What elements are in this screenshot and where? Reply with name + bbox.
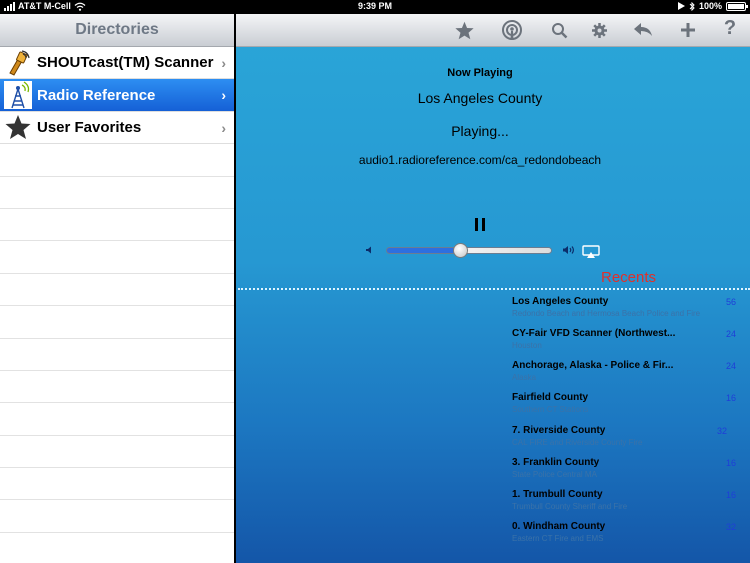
radio-tower-icon	[3, 80, 33, 110]
back-arrow-icon[interactable]	[631, 20, 655, 40]
recent-item-name: CY-Fair VFD Scanner (Northwest...	[512, 328, 676, 339]
recent-item[interactable]: CY-Fair VFD Scanner (Northwest... Housto…	[512, 328, 742, 350]
directory-item-label: SHOUTcast(TM) Scanner	[37, 54, 214, 72]
recent-item-subtitle: Houston	[512, 341, 542, 350]
recent-item-count: 16	[726, 458, 737, 468]
recent-item-count: 24	[726, 361, 737, 371]
now-playing-heading: Now Playing	[447, 67, 513, 79]
recent-item-count: 32	[717, 426, 728, 436]
empty-row	[0, 371, 234, 404]
search-icon[interactable]	[547, 20, 571, 40]
bluetooth-icon	[689, 1, 695, 11]
empty-row	[0, 339, 234, 371]
directory-item-user-favorites[interactable]: User Favorites ›	[0, 112, 234, 145]
podcast-icon[interactable]	[500, 20, 524, 40]
empty-row	[0, 403, 234, 436]
recent-item-subtitle: State Police Central MA	[512, 470, 597, 479]
directory-item-shoutcast[interactable]: SHOUTcast(TM) Scanner ›	[0, 47, 234, 80]
empty-row	[0, 274, 234, 307]
star-icon[interactable]	[452, 20, 476, 40]
scanner-icon	[3, 48, 33, 78]
recent-item[interactable]: Anchorage, Alaska - Police & Fir... Alas…	[512, 360, 742, 382]
empty-row	[0, 144, 234, 177]
volume-high-icon	[563, 246, 574, 254]
recent-item-name: Los Angeles County	[512, 296, 609, 307]
empty-row	[0, 436, 234, 469]
directory-item-label: Radio Reference	[37, 86, 156, 104]
empty-row	[0, 241, 234, 274]
directories-panel: Directories SHOUTcast(TM) Scanner › Radi…	[0, 14, 234, 563]
recent-item-subtitle: CAL FIRE and Riverside County Fire	[512, 438, 643, 447]
empty-row	[0, 306, 234, 339]
chevron-right-icon: ›	[221, 119, 226, 136]
playback-status: Playing...	[451, 123, 509, 139]
recent-item-count: 24	[726, 329, 737, 339]
volume-slider-knob[interactable]	[452, 243, 468, 258]
recent-item-subtitle: Alaska	[512, 373, 537, 382]
empty-row	[0, 468, 234, 501]
toolbar: ?	[236, 14, 750, 47]
volume-low-icon	[366, 246, 371, 254]
recent-item-subtitle: Eastern CT Fire and EMS	[512, 534, 604, 543]
plus-icon[interactable]	[676, 20, 700, 40]
recent-item[interactable]: 3. Franklin County State Police Central …	[512, 457, 742, 479]
directories-title: Directories	[0, 14, 234, 47]
chevron-right-icon: ›	[221, 55, 226, 71]
empty-row	[0, 177, 234, 209]
recent-item[interactable]: 0. Windham County Eastern CT Fire and EM…	[512, 521, 742, 543]
help-icon[interactable]: ?	[718, 17, 742, 39]
recent-item-name: Anchorage, Alaska - Police & Fir...	[512, 360, 674, 371]
status-bar: AT&T M-Cell 9:39 PM 100%	[0, 0, 750, 14]
player-panel: ? Now Playing Los Angeles County Playing…	[236, 14, 750, 563]
recents-divider	[238, 288, 750, 290]
play-state-icon	[677, 2, 685, 10]
volume-slider[interactable]	[386, 247, 552, 254]
stream-url: audio1.radioreference.com/ca_redondobeac…	[358, 153, 602, 167]
recent-item-name: 1. Trumbull County	[512, 489, 603, 500]
airplay-icon[interactable]	[582, 245, 600, 258]
now-playing-station: Los Angeles County	[417, 90, 543, 106]
recent-item-count: 16	[726, 490, 737, 500]
clock: 9:39 PM	[357, 1, 392, 11]
empty-row	[0, 533, 234, 563]
chevron-right-icon: ›	[221, 87, 226, 104]
recent-item-subtitle: Trumbull County Sheriff and Fire	[512, 502, 628, 511]
recent-item-name: 7. Riverside County	[512, 425, 606, 436]
battery-icon	[726, 1, 748, 11]
recent-item-name: 0. Windham County	[512, 521, 606, 532]
recent-item-name: Fairfield County	[512, 392, 589, 403]
directory-item-label: User Favorites	[37, 118, 142, 136]
recent-item-count: 16	[726, 393, 737, 403]
empty-row	[0, 209, 234, 242]
battery-percent: 100%	[698, 1, 722, 11]
directory-item-radio-reference[interactable]: Radio Reference ›	[0, 79, 234, 112]
recent-item[interactable]: Fairfield County Southern CT Stations 16	[512, 392, 742, 414]
empty-row	[0, 500, 234, 533]
recent-item-name: 3. Franklin County	[512, 457, 600, 468]
recent-item-count: 56	[726, 297, 737, 307]
pause-icon[interactable]	[475, 218, 487, 231]
recent-item-count: 32	[726, 522, 737, 532]
recent-item[interactable]: 7. Riverside County CAL FIRE and Riversi…	[512, 425, 742, 447]
recent-item-subtitle: Redondo Beach and Hermosa Beach Police a…	[512, 309, 701, 318]
star-icon	[3, 112, 33, 142]
gear-icon[interactable]	[587, 20, 611, 40]
recents-title: Recents	[601, 269, 657, 286]
recent-item[interactable]: 1. Trumbull County Trumbull County Sheri…	[512, 489, 742, 511]
status-right-group: 100%	[677, 1, 748, 11]
recent-item-subtitle: Southern CT Stations	[512, 405, 589, 414]
recent-item[interactable]: Los Angeles County Redondo Beach and Her…	[512, 296, 742, 318]
